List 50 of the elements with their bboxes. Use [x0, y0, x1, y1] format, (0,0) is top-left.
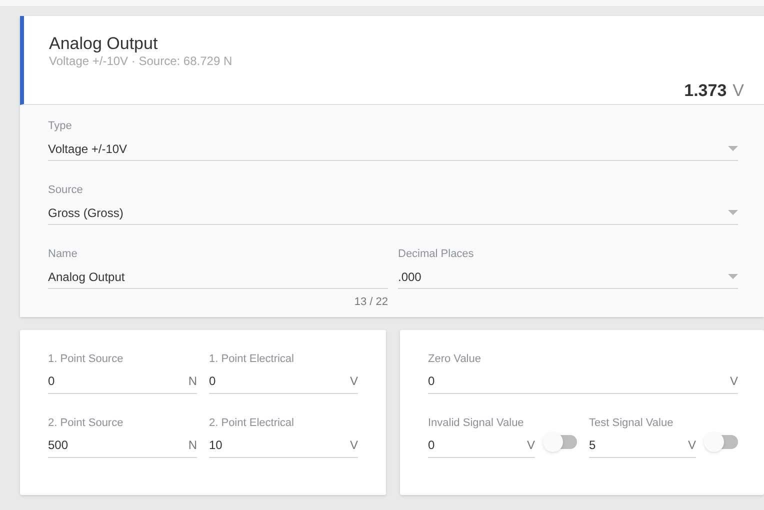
character-counter: 13 / 22	[354, 295, 388, 310]
unit-label: V	[730, 373, 738, 390]
input-field[interactable]: 5 V	[589, 434, 696, 458]
field-label: Zero Value	[428, 352, 482, 366]
dropdown-caret-icon	[728, 210, 738, 215]
field-label: 1. Point Source	[48, 352, 124, 366]
field-label: Source	[48, 183, 84, 197]
field-label: Decimal Places	[398, 247, 475, 261]
input-field[interactable]: 0 N	[48, 370, 197, 394]
field-value: Voltage +/-10V	[48, 140, 128, 158]
field-value: 10	[209, 437, 224, 454]
select-field[interactable]: .000	[398, 265, 738, 289]
output-reading: 1.373	[684, 80, 727, 102]
field-label: 1. Point Electrical	[209, 352, 295, 366]
dropdown-caret-icon	[728, 274, 738, 279]
input-field[interactable]: Analog Output	[48, 265, 388, 289]
field-value: Gross (Gross)	[48, 204, 124, 222]
field-value: .000	[398, 268, 422, 286]
field-value: 0	[428, 373, 436, 390]
unit-label: V	[350, 373, 358, 390]
input-field[interactable]: 0 V	[428, 370, 738, 394]
input-field[interactable]: 0 V	[209, 370, 358, 394]
field-label: 2. Point Source	[48, 416, 124, 430]
field-value: 0	[209, 373, 217, 390]
dropdown-caret-icon	[728, 146, 738, 151]
reading-unit: V	[732, 80, 744, 102]
card-subtitle: Voltage +/-10V · Source: 68.729 N	[49, 54, 234, 68]
select-field[interactable]: Gross (Gross)	[48, 201, 738, 225]
field-label: Invalid Signal Value	[428, 416, 525, 430]
field-label: Test Signal Value	[589, 416, 674, 430]
input-field[interactable]: 10 V	[209, 434, 358, 458]
field-label: 2. Point Electrical	[209, 416, 295, 430]
unit-label: V	[688, 437, 696, 454]
unit-label: N	[188, 373, 197, 390]
unit-label: N	[188, 437, 197, 454]
field-label: Name	[48, 247, 78, 261]
field-label: Type	[48, 119, 73, 133]
input-field[interactable]: 0 V	[428, 434, 535, 458]
select-field[interactable]: Voltage +/-10V	[48, 137, 738, 161]
unit-label: V	[350, 437, 358, 454]
unit-label: V	[526, 437, 535, 454]
field-value: Analog Output	[48, 268, 126, 286]
field-value: 500	[48, 437, 70, 454]
toggle-switch[interactable]	[543, 432, 577, 452]
input-field[interactable]: 500 N	[48, 434, 197, 458]
card-title: Analog Output	[49, 34, 159, 54]
field-value: 0	[428, 437, 436, 454]
field-value: 0	[48, 373, 56, 390]
toggle-switch[interactable]	[704, 432, 738, 452]
field-value: 5	[589, 437, 597, 454]
